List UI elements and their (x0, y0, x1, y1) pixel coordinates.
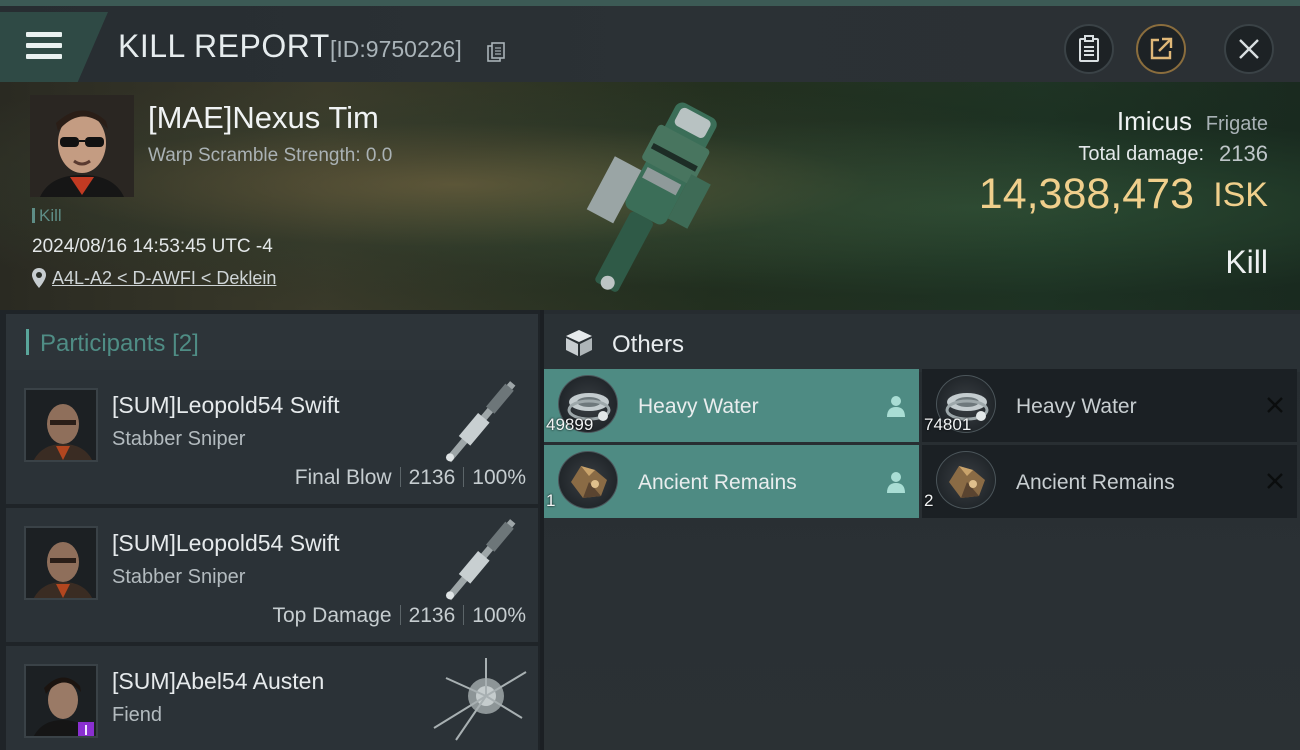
participant-row[interactable]: [SUM]Abel54 Austen Fiend (6, 646, 538, 750)
participant-portrait (24, 526, 98, 600)
participant-damage: 2136 (408, 604, 456, 627)
victim-avatar[interactable] (30, 95, 134, 197)
total-damage-value: 2136 (1219, 141, 1268, 166)
person-icon (887, 472, 905, 493)
participant-portrait (24, 664, 98, 738)
participant-damage: 2136 (408, 466, 456, 489)
participant-stats: Final Blow 2136 100% (295, 466, 526, 490)
x-icon[interactable] (1265, 395, 1285, 415)
clipboard-button[interactable] (1064, 24, 1114, 74)
loot-item[interactable]: 49899 Heavy Water (544, 369, 919, 442)
others-label: Others (612, 331, 685, 358)
loot-item[interactable]: 74801 Heavy Water (922, 369, 1297, 442)
participant-portrait (24, 388, 98, 462)
box-icon (566, 330, 592, 356)
participant-row[interactable]: [SUM]Leopold54 Swift Stabber Sniper Top … (6, 508, 538, 642)
others-header: Others (544, 314, 1300, 372)
kill-location: A4L-A2 < D-AWFI < Deklein (32, 268, 276, 289)
report-id: [ID:9750226] (330, 36, 462, 62)
ship-class: Frigate (1205, 113, 1268, 135)
item-name: Heavy Water (638, 395, 759, 418)
participant-name[interactable]: [SUM]Leopold54 Swift (112, 392, 340, 419)
participant-ship: Stabber Sniper (112, 428, 246, 450)
isk-value: 14,388,473 (978, 170, 1194, 218)
copy-icon[interactable] (487, 42, 505, 62)
participants-count: [2] (172, 330, 199, 357)
kill-tag: Kill (32, 206, 62, 226)
close-button[interactable] (1224, 24, 1274, 74)
loot-item[interactable]: 1 Ancient Remains (544, 445, 919, 518)
header-bar: KILL REPORT [ID:9750226] (0, 0, 1300, 82)
victim-name[interactable]: [MAE]Nexus Tim (148, 100, 379, 136)
item-name: Ancient Remains (1016, 471, 1175, 494)
participant-name[interactable]: [SUM]Abel54 Austen (112, 668, 324, 695)
participant-stats: Top Damage 2136 100% (272, 604, 526, 628)
clipboard-icon (1079, 35, 1099, 62)
participants-panel: Participants [2] [SUM]Leopold54 Swift St… (0, 310, 540, 750)
ancient-remains-icon (558, 451, 618, 509)
x-icon[interactable] (1265, 471, 1285, 491)
participant-role: Final Blow (294, 466, 392, 489)
item-quantity: 74801 (924, 415, 972, 434)
ship-name[interactable]: Imicus (1117, 106, 1192, 137)
participant-row[interactable]: [SUM]Leopold54 Swift Stabber Sniper Fina… (6, 370, 538, 504)
loot-item[interactable]: 2 Ancient Remains (922, 445, 1297, 518)
page-title: KILL REPORT (118, 28, 330, 64)
participant-percent: 100% (472, 604, 526, 627)
participant-ship: Stabber Sniper (112, 566, 246, 588)
participant-name[interactable]: [SUM]Leopold54 Swift (112, 530, 340, 557)
ship-image (586, 102, 717, 292)
menu-icon[interactable] (26, 32, 62, 62)
item-quantity: 1 (546, 491, 556, 510)
others-panel: Others 49899 Heavy Water 74801 Heavy Wat… (544, 310, 1300, 750)
share-button[interactable] (1136, 24, 1186, 74)
person-icon (887, 396, 905, 417)
kill-datetime: 2024/08/16 14:53:45 UTC -4 (32, 236, 273, 257)
close-icon (1239, 39, 1259, 59)
participant-role: Top Damage (272, 604, 392, 627)
item-quantity: 2 (924, 491, 934, 510)
item-quantity: 49899 (546, 415, 594, 434)
participants-label: Participants (40, 330, 166, 357)
participant-percent: 100% (472, 466, 526, 489)
kill-result: Kill (1225, 244, 1268, 280)
weapon-icon (445, 381, 516, 463)
share-icon (1150, 37, 1173, 60)
location-link[interactable]: A4L-A2 < D-AWFI < Deklein (52, 268, 276, 288)
participant-ship: Fiend (112, 704, 163, 726)
participants-header[interactable]: Participants [2] (6, 314, 538, 372)
weapon-icon (445, 519, 516, 601)
isk-unit: ISK (1213, 176, 1268, 214)
item-name: Ancient Remains (638, 471, 797, 494)
ancient-remains-icon (936, 451, 996, 509)
warp-scramble-strength: Warp Scramble Strength: 0.0 (148, 145, 393, 166)
item-name: Heavy Water (1016, 395, 1137, 418)
total-damage-label: Total damage: (1078, 143, 1204, 165)
location-pin-icon (32, 268, 46, 288)
drone-icon (433, 658, 527, 741)
